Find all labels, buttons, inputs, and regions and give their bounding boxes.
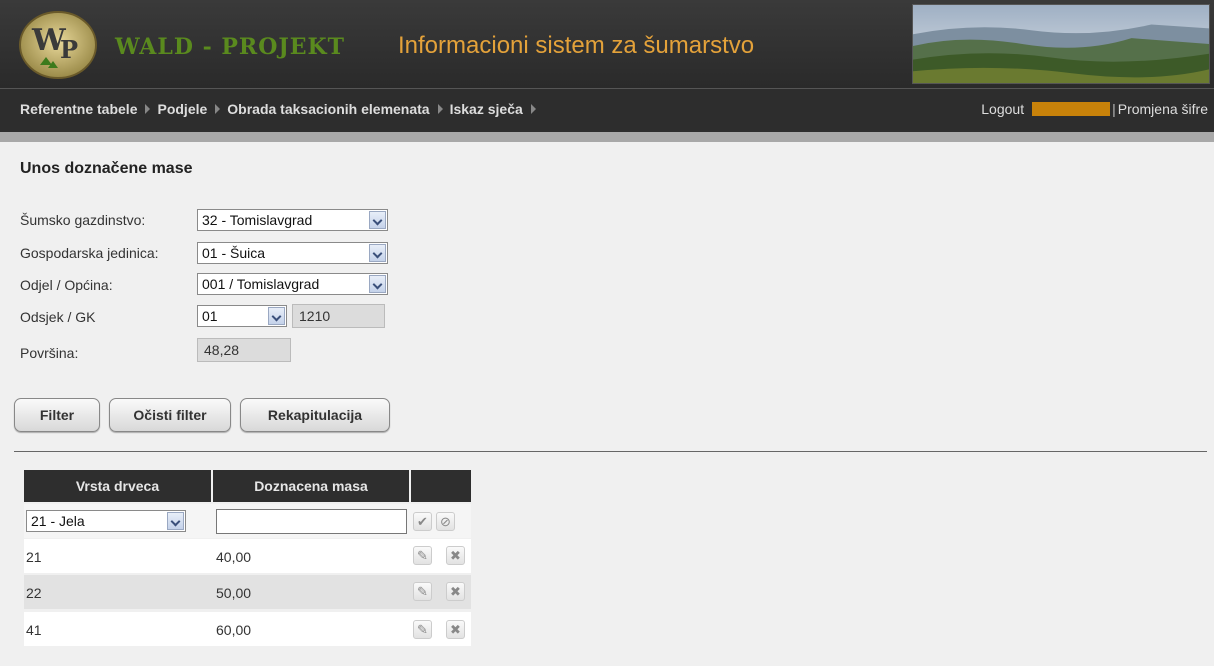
menu-item-obrada-taksacionih-elemenata[interactable]: Obrada taksacionih elemenata — [227, 101, 449, 117]
page-title: Unos doznačene mase — [20, 160, 193, 177]
chevron-down-icon — [268, 307, 285, 325]
wald-projekt-logo: W P — [19, 11, 97, 79]
table-row: 22 50,00 — [24, 575, 471, 609]
cell-masa: 60,00 — [216, 622, 252, 638]
gk-readonly-field: 1210 — [292, 304, 385, 328]
cancel-icon[interactable]: ⊘ — [436, 512, 455, 531]
brand-name: WALD - PROJEKT — [115, 34, 346, 60]
delete-icon[interactable]: ✖ — [446, 582, 465, 601]
menu-item-label: Obrada taksacionih elemenata — [227, 101, 430, 117]
sumsko-gazdinstvo-label: Šumsko gazdinstvo: — [20, 212, 146, 228]
cell-masa: 40,00 — [216, 549, 252, 565]
main-menu: Referentne tabele Podjele Obrada taksaci… — [20, 101, 543, 117]
column-header-vrsta-drveca: Vrsta drveca — [24, 470, 211, 502]
delete-icon[interactable]: ✖ — [446, 546, 465, 565]
recapitulation-button[interactable]: Rekapitulacija — [240, 398, 390, 432]
logout-link[interactable]: Logout — [981, 101, 1024, 117]
check-icon[interactable]: ✔ — [413, 512, 432, 531]
menu-item-label: Podjele — [157, 101, 208, 117]
delete-icon[interactable]: ✖ — [446, 620, 465, 639]
caret-right-icon — [215, 104, 221, 114]
odsjek-gk-label: Odsjek / GK — [20, 309, 96, 325]
povrsina-label: Površina: — [20, 345, 79, 361]
user-menu: Logout | Promjena šifre — [981, 101, 1208, 117]
select-value: 01 - Šuica — [202, 245, 266, 261]
chevron-down-icon — [369, 211, 386, 229]
menu-item-iskaz-sjeca[interactable]: Iskaz sječa — [450, 101, 543, 117]
odjel-opcina-label: Odjel / Općina: — [20, 277, 113, 293]
cell-vrsta: 21 — [26, 549, 42, 565]
column-header-doznacena-masa: Doznacena masa — [213, 470, 409, 502]
povrsina-readonly-field: 48,28 — [197, 338, 291, 362]
caret-right-icon — [145, 104, 151, 114]
pencil-icon[interactable]: ✎ — [413, 582, 432, 601]
odjel-opcina-select[interactable]: 001 / Tomislavgrad — [197, 273, 388, 295]
app-header: W P WALD - PROJEKT Informacioni sistem z… — [0, 0, 1214, 88]
username-redacted — [1032, 102, 1111, 116]
chevron-down-icon — [369, 275, 386, 293]
pencil-icon[interactable]: ✎ — [413, 546, 432, 565]
filter-button[interactable]: Filter — [14, 398, 100, 432]
table-row: 41 60,00 — [24, 612, 471, 646]
section-divider — [14, 451, 1207, 452]
odsjek-select[interactable]: 01 — [197, 305, 287, 327]
select-value: 01 — [202, 308, 218, 324]
sumsko-gazdinstvo-select[interactable]: 32 - Tomislavgrad — [197, 209, 388, 231]
cell-vrsta: 22 — [26, 585, 42, 601]
main-menu-bar: Referentne tabele Podjele Obrada taksaci… — [0, 88, 1214, 132]
doznacena-masa-input[interactable] — [216, 509, 407, 534]
menu-item-label: Referentne tabele — [20, 101, 138, 117]
svg-text:P: P — [60, 35, 78, 64]
menu-item-label: Iskaz sječa — [449, 101, 523, 117]
change-password-link[interactable]: Promjena šifre — [1118, 101, 1208, 117]
clear-filter-button[interactable]: Očisti filter — [109, 398, 231, 432]
chevron-down-icon — [167, 512, 184, 530]
select-value: 21 - Jela — [31, 513, 85, 529]
menu-separator: | — [1112, 101, 1116, 117]
vrsta-drveca-select[interactable]: 21 - Jela — [26, 510, 186, 532]
cell-vrsta: 41 — [26, 622, 42, 638]
menu-item-podjele[interactable]: Podjele — [157, 101, 227, 117]
forest-landscape-image — [912, 4, 1210, 84]
cell-masa: 50,00 — [216, 585, 252, 601]
caret-right-icon — [437, 104, 443, 114]
gospodarska-jedinica-select[interactable]: 01 - Šuica — [197, 242, 388, 264]
caret-right-icon — [530, 104, 536, 114]
chevron-down-icon — [369, 244, 386, 262]
select-value: 001 / Tomislavgrad — [202, 276, 320, 292]
gospodarska-jedinica-label: Gospodarska jedinica: — [20, 245, 159, 261]
menu-divider-bar — [0, 132, 1214, 142]
pencil-icon[interactable]: ✎ — [413, 620, 432, 639]
app-title: Informacioni sistem za šumarstvo — [398, 32, 755, 59]
table-row: 21 40,00 — [24, 539, 471, 573]
column-header-actions — [411, 470, 471, 502]
select-value: 32 - Tomislavgrad — [202, 212, 313, 228]
menu-item-referentne-tabele[interactable]: Referentne tabele — [20, 101, 157, 117]
